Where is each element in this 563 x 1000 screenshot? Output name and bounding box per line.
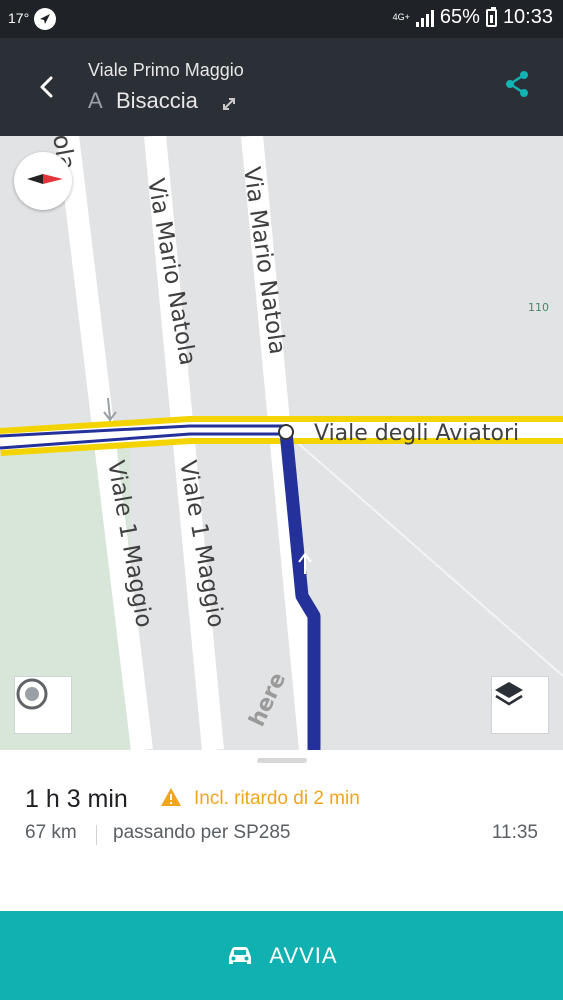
share-icon[interactable] (501, 68, 533, 100)
street-label-aviatori: Viale degli Aviatori (314, 421, 519, 446)
car-icon (229, 946, 252, 964)
clock: 10:33 (502, 6, 553, 28)
route-start-point (278, 424, 294, 440)
compass-button[interactable] (14, 152, 72, 210)
destination-text[interactable]: Bisaccia (116, 88, 198, 114)
start-button-label: AVVIA (269, 942, 338, 968)
route-summary-panel[interactable]: 1 h 3 min Incl. ritardo di 2 min 67 km p… (0, 750, 563, 910)
status-bar: 17° 4G+ 65% 10:33 (0, 0, 563, 38)
layers-button[interactable] (491, 676, 549, 734)
delay-text: Incl. ritardo di 2 min (194, 788, 360, 809)
route-via: passando per SP285 (113, 822, 291, 843)
expand-icon[interactable] (220, 95, 238, 113)
street-label-natola-2: Via Mario Natola (238, 165, 290, 356)
navigation-icon (34, 8, 56, 30)
here-watermark: here (245, 669, 291, 731)
map-view[interactable]: ola Via Mario Natola Via Mario Natola Vi… (0, 136, 563, 750)
map-number-label: 110 (528, 301, 549, 314)
compass-icon (27, 174, 63, 184)
layers-icon (495, 682, 523, 706)
back-arrow-icon (40, 76, 53, 98)
warning-icon (161, 788, 181, 806)
origin-text[interactable]: Viale Primo Maggio (88, 60, 244, 81)
start-navigation-button[interactable]: AVVIA (0, 911, 563, 1000)
destination-prefix: A (88, 88, 103, 113)
street-label-natola-1: Via Mario Natola (142, 177, 200, 368)
temperature: 17° (8, 10, 30, 26)
locate-button[interactable] (14, 676, 72, 734)
arrival-time: 11:35 (491, 822, 538, 843)
signal-icon (415, 9, 434, 27)
battery-icon (485, 6, 497, 27)
drag-handle[interactable] (257, 758, 307, 763)
street-label-maggio-2: Viale 1 Maggio (174, 459, 229, 630)
divider (96, 825, 97, 845)
route-duration: 1 h 3 min (25, 785, 128, 813)
network-indicator: 4G+ (392, 12, 410, 22)
battery-percent: 65% (439, 6, 480, 28)
back-button[interactable] (30, 70, 64, 104)
locate-icon (16, 678, 48, 710)
route-header: Viale Primo Maggio A Bisaccia (0, 38, 563, 136)
route-distance: 67 km (25, 822, 77, 843)
